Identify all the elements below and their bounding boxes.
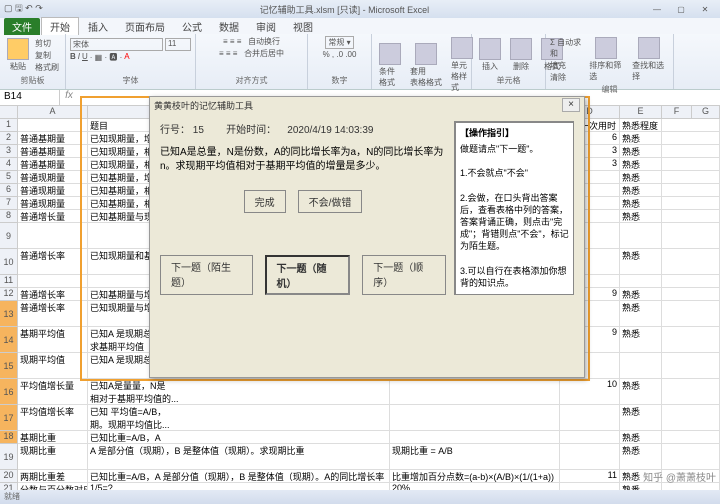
fill-button[interactable]: 填充 <box>550 60 583 71</box>
minimize-button[interactable]: — <box>646 3 668 15</box>
tab-formulas[interactable]: 公式 <box>174 18 210 35</box>
clipboard-label: 剪贴板 <box>4 74 61 87</box>
status-bar: 就绪 <box>0 490 720 504</box>
question-text: 已知A是总量，N是份数，A的同比增长率为a，N的同比增长率为n。求现期平均值相对… <box>160 146 446 174</box>
align-label: 对齐方式 <box>200 74 303 87</box>
cells-label: 单元格 <box>476 74 541 87</box>
sort-button[interactable]: 排序和筛选 <box>586 36 626 83</box>
dialog-title: 黄黄枝叶的记忆辅助工具 <box>154 99 253 112</box>
done-button[interactable]: 完成 <box>244 190 286 213</box>
brush-button[interactable]: 格式刷 <box>35 62 59 73</box>
tab-review[interactable]: 审阅 <box>248 18 284 35</box>
maximize-button[interactable]: ▢ <box>670 3 692 15</box>
find-button[interactable]: 查找和选择 <box>629 36 669 83</box>
insert-button[interactable]: 插入 <box>476 37 504 73</box>
cond-format-button[interactable]: 条件格式 <box>376 42 404 89</box>
next-random-button[interactable]: 下一题（随机） <box>265 255 351 295</box>
name-box[interactable]: B14 <box>0 90 60 105</box>
tab-view[interactable]: 视图 <box>285 18 321 35</box>
number-label: 数字 <box>312 74 367 87</box>
next-unfamiliar-button[interactable]: 下一题（陌生题） <box>160 255 253 295</box>
dialog: 黄黄枝叶的记忆辅助工具 × 行号： 15 开始时间： 2020/4/19 14:… <box>149 96 585 378</box>
close-button[interactable]: ✕ <box>694 3 716 15</box>
cut-button[interactable]: 剪切 <box>35 38 59 49</box>
clear-button[interactable]: 清除 <box>550 72 583 83</box>
window-title: 记忆辅助工具.xlsm [只读] - Microsoft Excel <box>43 3 646 16</box>
tab-home[interactable]: 开始 <box>41 17 79 35</box>
ribbon: 粘贴 剪切 复制 格式刷 剪贴板 宋体11 B I U · ▦ · 🅰 · A … <box>0 34 720 90</box>
row-headers: 1234567891011121314151617181920212223242… <box>0 106 18 490</box>
copy-button[interactable]: 复制 <box>35 50 59 61</box>
watermark: 知乎 @萧萧枝叶 <box>643 469 716 484</box>
title-bar: ▢ 🖫 ↶ ↷ 记忆辅助工具.xlsm [只读] - Microsoft Exc… <box>0 0 720 18</box>
fx-icon[interactable]: fx <box>60 90 78 105</box>
tab-insert[interactable]: 插入 <box>80 18 116 35</box>
font-label: 字体 <box>70 74 191 87</box>
tab-file[interactable]: 文件 <box>4 18 40 35</box>
tab-data[interactable]: 数据 <box>211 18 247 35</box>
ribbon-tabs: 文件 开始 插入 页面布局 公式 数据 审阅 视图 <box>0 18 720 34</box>
tab-layout[interactable]: 页面布局 <box>117 18 173 35</box>
guide-panel: 【操作指引】 做题请点"下一题"。 1.不会就点"不会" 2.会做，在口头背出答… <box>454 121 574 295</box>
dialog-close-button[interactable]: × <box>562 98 580 112</box>
delete-button[interactable]: 删除 <box>507 37 535 73</box>
paste-button[interactable]: 粘贴 <box>4 37 32 73</box>
table-format-button[interactable]: 套用 表格格式 <box>407 42 445 89</box>
sum-button[interactable]: Σ 自动求和 <box>550 37 583 59</box>
next-sequential-button[interactable]: 下一题（顺序） <box>362 255 446 295</box>
qat: ▢ 🖫 ↶ ↷ <box>4 1 43 17</box>
wrong-button[interactable]: 不会/做错 <box>298 190 363 213</box>
